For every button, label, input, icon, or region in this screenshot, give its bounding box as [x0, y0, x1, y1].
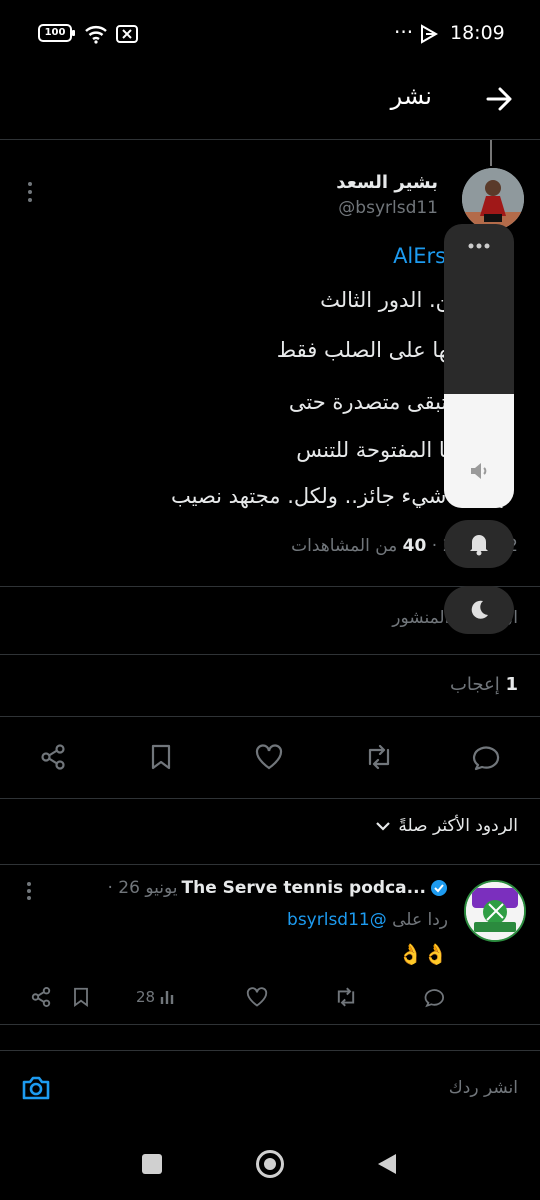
app-notification-icon	[421, 24, 438, 44]
bar-chart-icon	[160, 991, 174, 1004]
views-stat[interactable]: 28	[136, 982, 177, 1012]
wifi-icon	[85, 26, 107, 44]
views-count: 28	[136, 988, 156, 1006]
bookmark-icon[interactable]	[72, 982, 90, 1012]
heart-icon[interactable]	[246, 982, 268, 1012]
comment-icon[interactable]	[470, 740, 504, 774]
divider	[0, 1024, 540, 1025]
moon-icon	[471, 600, 488, 619]
replying-to-handle[interactable]: @bsyrlsd11	[287, 910, 387, 930]
author-name[interactable]: بشير السعد	[336, 172, 438, 193]
retweet-icon[interactable]	[362, 740, 396, 774]
bookmark-icon[interactable]	[144, 740, 178, 774]
divider	[0, 1050, 540, 1051]
arrow-right-icon[interactable]	[484, 84, 514, 114]
page-title: نشر	[390, 82, 432, 110]
more-vertical-icon[interactable]	[22, 880, 36, 902]
chevron-down-icon	[376, 822, 391, 831]
divider	[0, 864, 540, 865]
sort-label: الردود الأكثر صلةً	[398, 816, 518, 836]
reply-sort-dropdown[interactable]: الردود الأكثر صلةً	[376, 816, 518, 836]
replying-to: ردا على @bsyrlsd11	[287, 910, 448, 930]
system-nav-bar	[0, 1124, 540, 1200]
divider	[0, 798, 540, 799]
no-sim-icon	[116, 25, 138, 43]
volume-indicator-line	[490, 140, 492, 166]
views-label: من المشاهدات	[291, 536, 398, 556]
camera-icon[interactable]	[20, 1072, 52, 1104]
views-count: 40	[402, 536, 427, 556]
divider	[0, 716, 540, 717]
ringer-toggle[interactable]	[444, 520, 514, 568]
speaker-icon	[471, 463, 487, 479]
likes-summary[interactable]: 1 إعجاب	[450, 674, 518, 695]
top-header: نشر	[0, 68, 540, 140]
more-vertical-icon[interactable]	[22, 180, 38, 204]
reply-date: · 26 يونيو	[107, 878, 178, 898]
heart-icon[interactable]	[252, 740, 286, 774]
share-icon[interactable]	[30, 982, 52, 1012]
volume-slider[interactable]	[444, 224, 514, 508]
more-horizontal-icon[interactable]	[467, 242, 491, 250]
retweet-icon[interactable]	[334, 982, 358, 1012]
status-dots: ···	[394, 20, 414, 44]
author-handle[interactable]: @bsyrlsd11	[338, 198, 438, 218]
replying-to-label: ردا على	[392, 910, 448, 930]
reply-header: · 26 يونيو The Serve tennis podca...	[107, 878, 448, 898]
reply-text: 👌👌	[398, 942, 448, 966]
comment-icon[interactable]	[424, 982, 446, 1012]
volume-fill	[444, 394, 514, 508]
reply-avatar[interactable]	[464, 880, 526, 942]
clock: 18:09	[450, 22, 505, 44]
share-icon[interactable]	[36, 740, 70, 774]
battery-indicator: 100	[38, 24, 75, 42]
home-button[interactable]	[256, 1150, 284, 1178]
bell-icon	[470, 535, 488, 556]
reply-author-name[interactable]: The Serve tennis podca...	[182, 878, 427, 898]
recents-button[interactable]	[142, 1154, 162, 1174]
likes-count: 1	[505, 674, 518, 695]
status-bar: 100 ··· 18:09	[0, 0, 540, 68]
author-avatar[interactable]	[462, 168, 524, 230]
verified-badge-icon	[431, 880, 447, 896]
reply-input[interactable]: انشر ردك	[449, 1078, 518, 1098]
divider	[0, 654, 540, 655]
back-button[interactable]	[376, 1152, 398, 1176]
likes-label: إعجاب	[449, 674, 500, 695]
do-not-disturb-toggle[interactable]	[444, 586, 514, 634]
